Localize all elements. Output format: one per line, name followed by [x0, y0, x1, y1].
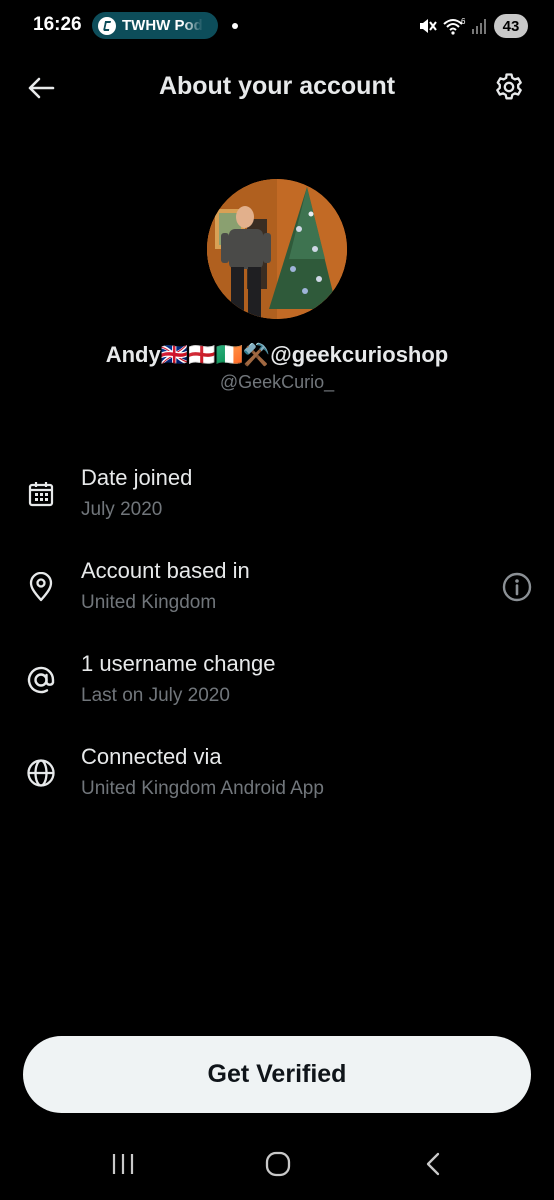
display-name: Andy🇬🇧🏴󠁧󠁢󠁥󠁮󠁧󠁿🇮🇪⚒️@geekcurioshop [105, 342, 449, 367]
info-icon [502, 572, 532, 602]
row-username-changes: 1 username change Last on July 2020 [0, 651, 554, 715]
wifi-icon: 6 [442, 16, 466, 36]
status-bar: 16:26 TWHW Pod 6 43 [0, 0, 554, 52]
row-subtitle: July 2020 [81, 499, 163, 520]
avatar [207, 179, 347, 319]
row-title: 1 username change [81, 651, 276, 676]
system-nav-bar [0, 1130, 554, 1200]
row-title: Connected via [81, 744, 222, 769]
location-pin-icon [24, 570, 58, 604]
row-subtitle: United Kingdom [81, 592, 217, 613]
row-title: Account based in [81, 558, 250, 583]
home-icon [265, 1151, 291, 1177]
gear-icon [496, 73, 522, 100]
svg-text:6: 6 [461, 17, 466, 26]
username-handle: @GeekCurio_ [219, 372, 335, 392]
notification-pill[interactable]: TWHW Pod [92, 12, 218, 39]
page-title: About your account [158, 72, 396, 100]
recents-button[interactable] [103, 1148, 143, 1180]
notification-dot-icon [232, 23, 238, 29]
notification-pill-label: TWHW Pod [122, 17, 203, 34]
header: About your account [0, 60, 554, 116]
recents-icon [112, 1154, 134, 1174]
status-icons: 6 43 [417, 13, 528, 39]
calendar-icon [24, 477, 58, 511]
get-verified-button[interactable]: Get Verified [23, 1036, 531, 1113]
system-back-button[interactable] [413, 1148, 453, 1180]
row-date-joined: Date joined July 2020 [0, 465, 554, 529]
signal-icon [471, 17, 489, 35]
at-sign-icon [24, 663, 58, 697]
status-time: 16:26 [33, 14, 82, 35]
home-button[interactable] [258, 1148, 298, 1180]
back-icon [426, 1152, 440, 1176]
podcast-app-icon [98, 16, 116, 35]
globe-icon [24, 756, 58, 790]
row-connected-via: Connected via United Kingdom Android App [0, 744, 554, 808]
row-subtitle: Last on July 2020 [81, 685, 230, 706]
battery-indicator: 43 [494, 14, 528, 38]
settings-button[interactable] [492, 70, 526, 104]
row-subtitle: United Kingdom Android App [81, 778, 324, 799]
row-account-location: Account based in United Kingdom [0, 558, 554, 622]
mute-icon [417, 16, 437, 36]
info-button[interactable] [500, 570, 534, 604]
row-title: Date joined [81, 465, 193, 490]
